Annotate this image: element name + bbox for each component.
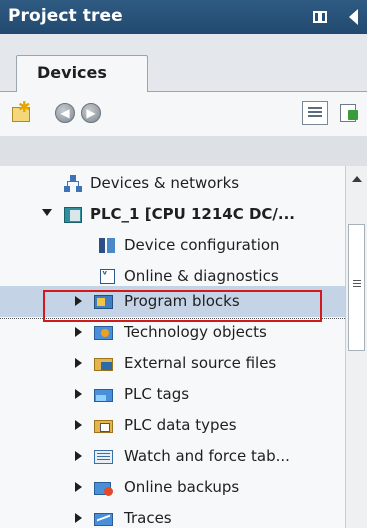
watch-force-icon: [94, 447, 114, 466]
expand-arrow-icon[interactable]: [75, 420, 82, 430]
tree-item-label: Watch and force tab...: [124, 447, 290, 465]
forward-icon: ▶: [86, 106, 96, 120]
expand-arrow-icon[interactable]: [75, 482, 82, 492]
tree-item-program-blocks[interactable]: Program blocks: [0, 286, 345, 322]
tree-item-traces[interactable]: Traces: [0, 503, 345, 528]
network-icon: [63, 174, 83, 193]
online-diagnostics-icon: ᵛ: [97, 267, 117, 286]
tree-item-label: Device configuration: [124, 236, 280, 254]
collapse-left-icon: [349, 9, 358, 25]
tree-item-label: Traces: [124, 509, 172, 527]
vertical-scrollbar[interactable]: [345, 166, 367, 528]
expand-arrow-icon[interactable]: [75, 358, 82, 368]
plc-tags-icon: [94, 385, 114, 404]
tree-toolbar: ✱ ◀ ▶: [0, 92, 367, 136]
split-view-button[interactable]: [311, 0, 335, 34]
tree-item-plc-data-types[interactable]: PLC data types: [0, 410, 345, 441]
collapse-panel-button[interactable]: [343, 0, 367, 34]
tab-devices-label: Devices: [37, 63, 107, 82]
tree-header-band: [0, 136, 367, 166]
export-button[interactable]: [338, 101, 362, 125]
tree-item-external-source-files[interactable]: External source files: [0, 348, 345, 379]
plc-icon: [63, 205, 83, 224]
tree-item-label: PLC data types: [124, 416, 237, 434]
forward-button[interactable]: ▶: [81, 103, 101, 123]
expand-arrow-icon[interactable]: [75, 451, 82, 461]
back-button[interactable]: ◀: [55, 103, 75, 123]
tab-strip: Devices: [0, 34, 367, 92]
tree-item-label: PLC_1 [CPU 1214C DC/...: [90, 205, 295, 223]
tree-item-watch-force-tables[interactable]: Watch and force tab...: [0, 441, 345, 472]
online-backups-icon: [94, 478, 114, 497]
tree-item-online-backups[interactable]: Online backups: [0, 472, 345, 503]
expand-arrow-icon[interactable]: [42, 209, 52, 216]
expand-arrow-icon[interactable]: [75, 327, 82, 337]
grip-icon: [353, 280, 361, 288]
external-source-icon: [94, 354, 114, 373]
tree-item-plc-tags[interactable]: PLC tags: [0, 379, 345, 410]
project-tree: Devices & networks PLC_1 [CPU 1214C DC/.…: [0, 166, 345, 528]
scroll-thumb[interactable]: [348, 224, 365, 351]
expand-arrow-icon[interactable]: [75, 513, 82, 523]
tree-item-label: Devices & networks: [90, 174, 240, 192]
panel-title: Project tree: [8, 6, 123, 26]
tree-item-label: External source files: [124, 354, 277, 372]
traces-icon: [94, 509, 114, 528]
tree-item-devices-networks[interactable]: Devices & networks: [0, 168, 345, 199]
technology-objects-icon: [94, 323, 114, 342]
back-icon: ◀: [60, 106, 70, 120]
expand-arrow-icon[interactable]: [75, 389, 82, 399]
detail-view-button[interactable]: [302, 101, 328, 125]
tab-devices[interactable]: Devices: [16, 55, 148, 92]
tree-item-device-configuration[interactable]: Device configuration: [0, 230, 345, 261]
scroll-up-icon[interactable]: [352, 176, 362, 182]
tree-item-label: Online & diagnostics: [124, 267, 279, 285]
tree-item-label: PLC tags: [124, 385, 190, 403]
tree-item-label: Online backups: [124, 478, 240, 496]
tree-item-plc1[interactable]: PLC_1 [CPU 1214C DC/...: [0, 199, 345, 230]
new-item-button[interactable]: ✱: [12, 98, 34, 124]
tree-item-label: Technology objects: [124, 323, 267, 341]
project-tree-header: Project tree: [0, 0, 367, 34]
detail-view-icon: [308, 107, 322, 119]
plc-data-types-icon: [94, 416, 114, 435]
device-config-icon: [97, 236, 117, 255]
tree-item-technology-objects[interactable]: Technology objects: [0, 317, 345, 348]
